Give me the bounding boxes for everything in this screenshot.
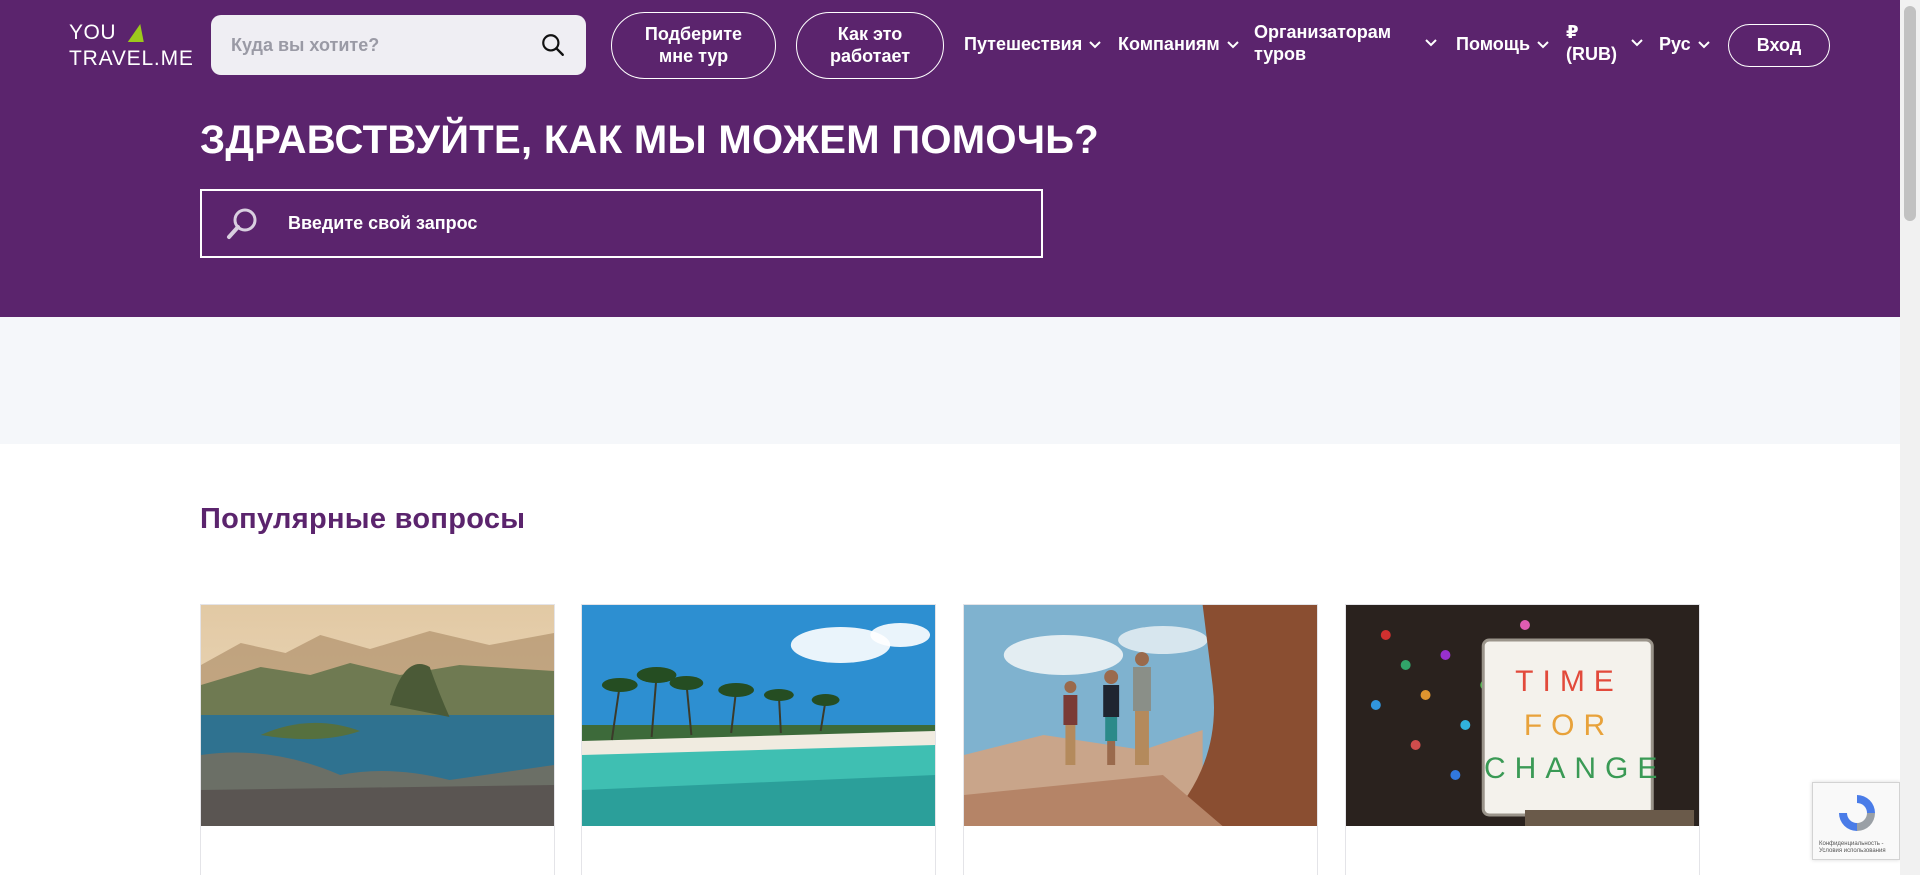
page-scrollbar[interactable] [1900, 0, 1920, 875]
question-card[interactable] [581, 604, 936, 875]
nav-companies[interactable]: Компаниям [1118, 34, 1240, 56]
currency-label: ₽ (RUB) [1566, 22, 1617, 64]
search-icon[interactable] [540, 32, 566, 58]
recaptcha-terms-text: Конфиденциальность - Условия использован… [1819, 841, 1886, 855]
currency-selector[interactable]: ₽ (RUB) [1566, 22, 1643, 65]
popular-questions-title: Популярные вопросы [200, 503, 526, 535]
chevron-down-icon [1089, 41, 1101, 49]
login-button[interactable]: Вход [1728, 24, 1830, 67]
question-card[interactable] [200, 604, 555, 875]
language-label: Рус [1659, 34, 1691, 54]
chevron-down-icon [1697, 41, 1710, 49]
rio-bay-image [201, 605, 554, 826]
language-selector[interactable]: Рус [1659, 34, 1711, 56]
lightbox-line-2: FOR [1523, 708, 1615, 742]
lightbox-text: TIME FOR CHANGE [1484, 660, 1667, 791]
recaptcha-badge[interactable]: Конфиденциальность - Условия использован… [1812, 782, 1900, 860]
chevron-down-icon [1537, 41, 1549, 49]
nav-tour-organizers[interactable]: Организаторам туров [1254, 22, 1437, 65]
search-icon [227, 208, 257, 239]
hero-header: YOU TRAVEL.ME Подберите мне тур Как это … [0, 0, 1900, 317]
nav-help[interactable]: Помощь [1456, 34, 1550, 56]
nav-travel-label: Путешествия [964, 34, 1083, 54]
chevron-down-icon [1425, 39, 1437, 47]
nav-travel[interactable]: Путешествия [964, 34, 1102, 56]
nav-companies-label: Компаниям [1118, 34, 1220, 54]
logo-text-you: YOU [69, 21, 117, 44]
lightbox-line-3: CHANGE [1484, 752, 1667, 785]
page-title: ЗДРАВСТВУЙТЕ, КАК МЫ МОЖЕМ ПОМОЧЬ? [200, 118, 1100, 162]
desert-travelers-image [964, 605, 1317, 826]
nav-organizers-label: Организаторам туров [1254, 22, 1392, 64]
how-it-works-button[interactable]: Как это работает [796, 12, 944, 79]
logo-triangle-icon [127, 23, 149, 42]
scrollbar-thumb[interactable] [1904, 6, 1916, 221]
question-card[interactable] [963, 604, 1318, 875]
destination-search-input[interactable] [231, 34, 540, 56]
pick-tour-button[interactable]: Подберите мне тур [611, 12, 776, 79]
nav-help-label: Помощь [1456, 34, 1531, 54]
logo[interactable]: YOU TRAVEL.ME [69, 22, 194, 69]
chevron-down-icon [1226, 41, 1239, 49]
lightbox-line-1: TIME [1515, 665, 1623, 698]
logo-text-travelme: TRAVEL.ME [69, 47, 194, 70]
content-band [0, 317, 1900, 444]
tropical-beach-image [582, 605, 935, 826]
recaptcha-icon [1839, 795, 1875, 831]
chevron-down-icon [1631, 39, 1643, 47]
question-card[interactable]: TIME FOR CHANGE [1345, 604, 1700, 875]
destination-search-box [211, 15, 586, 75]
help-search-box [200, 189, 1043, 258]
help-search-input[interactable] [288, 191, 1041, 256]
